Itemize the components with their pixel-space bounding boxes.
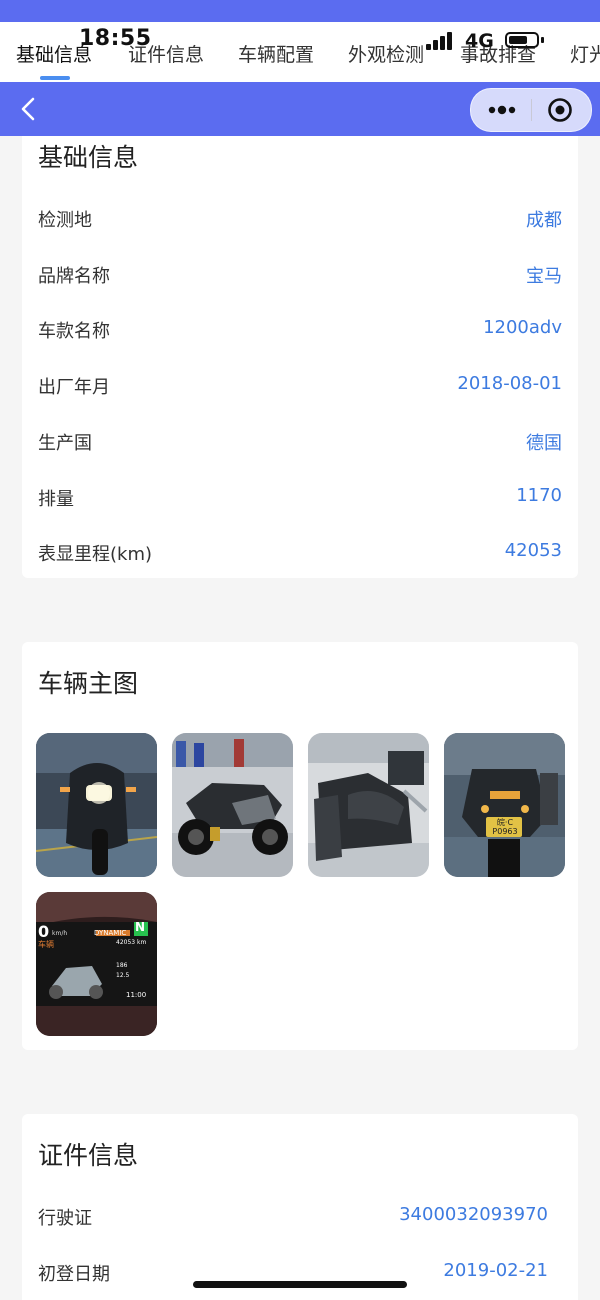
dash-mode: DYNAMIC [94, 929, 127, 937]
home-indicator [193, 1281, 407, 1288]
info-value: 成都 [526, 210, 562, 231]
info-label: 检测地 [38, 210, 92, 231]
network-type: 4G [465, 30, 494, 52]
info-value: 2018-08-01 [457, 373, 562, 394]
info-label: 初登日期 [38, 1264, 110, 1285]
info-value: 德国 [526, 433, 562, 454]
tab-vehicle-config[interactable]: 车辆配置 [238, 40, 314, 67]
info-label: 品牌名称 [38, 266, 110, 287]
info-label: 排量 [38, 489, 74, 510]
more-icon[interactable] [485, 98, 519, 122]
nav-bar [0, 82, 600, 136]
info-row: 生产国 德国 [38, 429, 562, 459]
basic-info-card: 基础信息 检测地 成都 品牌名称 宝马 车款名称 1200adv 出厂年月 20… [22, 136, 578, 578]
dash-trip-a: 186 [116, 962, 128, 969]
back-button[interactable] [14, 92, 44, 126]
status-strip [0, 0, 600, 22]
dash-gear: N [135, 920, 146, 934]
certificate-info-card: 证件信息 行驶证 3400032093970 初登日期 2019-02-21 [22, 1114, 578, 1300]
info-row: 检测地 成都 [38, 206, 562, 236]
chevron-left-icon [21, 97, 35, 121]
certificate-info-title: 证件信息 [38, 1141, 139, 1170]
tab-lights[interactable]: 灯光 [570, 40, 600, 67]
main-photos-title: 车辆主图 [38, 669, 139, 698]
dash-trip-b: 12.5 [116, 972, 130, 979]
info-row: 表显里程(km) 42053 [38, 540, 562, 570]
mini-program-capsule [470, 88, 592, 132]
info-value: 宝马 [526, 266, 562, 287]
info-row: 车款名称 1200adv [38, 317, 562, 347]
status-time: 18:55 [79, 26, 152, 51]
rear-view-photo[interactable]: 皖·C P0963 [444, 733, 565, 877]
active-tab-indicator [40, 76, 70, 80]
side-view-photo[interactable] [172, 733, 293, 877]
info-label: 表显里程(km) [38, 544, 153, 565]
signal-icon [426, 30, 458, 50]
dash-speed-unit: km/h [52, 930, 68, 937]
info-label: 车款名称 [38, 321, 110, 342]
info-row: 出厂年月 2018-08-01 [38, 373, 562, 403]
info-label: 行驶证 [38, 1208, 92, 1229]
info-row: 行驶证 3400032093970 [38, 1204, 548, 1234]
info-row: 品牌名称 宝马 [38, 262, 562, 292]
tab-appearance-check[interactable]: 外观检测 [348, 40, 424, 67]
info-value: 3400032093970 [399, 1204, 548, 1225]
close-circle-icon[interactable] [547, 97, 573, 123]
info-value: 1200adv [483, 317, 562, 338]
info-value: 2019-02-21 [443, 1260, 548, 1281]
info-label: 生产国 [38, 433, 92, 454]
dash-odometer: 42053 km [116, 939, 147, 946]
seat-view-photo[interactable] [308, 733, 429, 877]
dashboard-photo[interactable]: 0 km/h DYNAMIC N 车辆 42053 km 186 12.5 11… [36, 892, 157, 1036]
info-label: 出厂年月 [38, 377, 110, 398]
capsule-divider [531, 99, 532, 121]
battery-cap [541, 37, 544, 43]
main-photos-card: 车辆主图 皖·C P0963 0 km/h DYNAMIC N 车辆 42053… [22, 642, 578, 1050]
basic-info-title: 基础信息 [38, 143, 139, 172]
info-row: 排量 1170 [38, 485, 562, 515]
dash-clock: 11:00 [126, 991, 147, 999]
dash-menu: 车辆 [38, 940, 54, 949]
battery-icon [505, 32, 539, 48]
info-value: 42053 [504, 540, 562, 561]
info-value: 1170 [516, 485, 562, 506]
license-plate-text: 皖·C P0963 [492, 818, 518, 836]
front-view-photo[interactable] [36, 733, 157, 877]
